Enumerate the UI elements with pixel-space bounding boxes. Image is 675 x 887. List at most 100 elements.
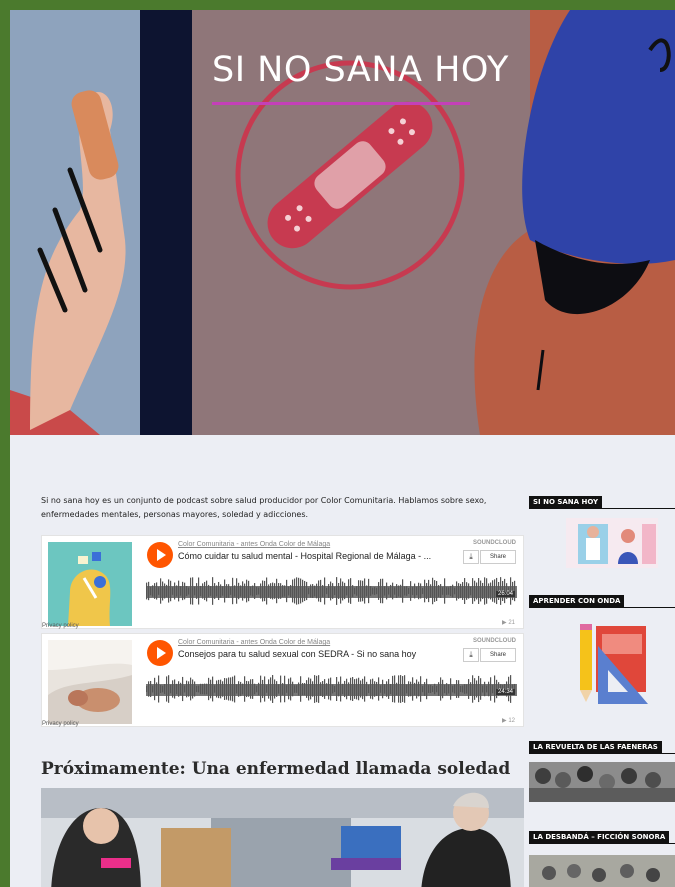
waveform-bar xyxy=(174,582,176,600)
waveform-bar xyxy=(352,677,354,701)
play-button[interactable] xyxy=(147,542,173,568)
waveform[interactable] xyxy=(146,574,517,608)
waveform-bar xyxy=(358,580,360,602)
waveform-bar xyxy=(154,677,156,701)
waveform-bar xyxy=(158,675,160,703)
waveform-bar xyxy=(198,577,200,605)
waveform-bar xyxy=(266,577,268,605)
waveform-bar xyxy=(310,678,312,700)
waveform-bar xyxy=(290,677,292,701)
sidebar-divider xyxy=(529,508,675,509)
download-icon[interactable]: ⤓ xyxy=(463,648,479,662)
waveform-bar xyxy=(290,585,292,597)
waveform-bar xyxy=(262,679,264,699)
waveform-bar xyxy=(188,681,190,697)
waveform-bar xyxy=(350,677,352,701)
waveform-bar xyxy=(434,683,436,695)
waveform-bar xyxy=(264,580,266,602)
sidebar-image-la-desbanda[interactable] xyxy=(529,855,675,887)
sidebar-image-aprender-con-onda[interactable] xyxy=(568,620,654,706)
waveform-bar xyxy=(234,585,236,597)
waveform-bar xyxy=(212,577,214,605)
waveform[interactable] xyxy=(146,672,517,706)
waveform-bar xyxy=(474,580,476,602)
waveform-bar xyxy=(396,682,398,696)
waveform-bar xyxy=(276,681,278,697)
waveform-bar xyxy=(196,583,198,599)
waveform-bar xyxy=(182,581,184,601)
waveform-bar xyxy=(464,684,466,694)
waveform-bar xyxy=(190,577,192,605)
waveform-bar xyxy=(378,677,380,701)
waveform-bar xyxy=(172,680,174,698)
share-button[interactable]: Share xyxy=(480,648,516,662)
waveform-bar xyxy=(164,684,166,694)
waveform-bar xyxy=(156,582,158,600)
waveform-bar xyxy=(256,587,258,595)
waveform-bar xyxy=(486,578,488,604)
waveform-bar xyxy=(206,580,208,602)
page-frame: SI NO SANA HOY Si no sana hoy es un conj… xyxy=(0,0,675,887)
waveform-bar xyxy=(362,678,364,700)
sidebar-divider xyxy=(529,843,675,844)
waveform-bar xyxy=(220,679,222,699)
download-icon[interactable]: ⤓ xyxy=(463,550,479,564)
hero-title-underline xyxy=(212,102,470,105)
waveform-bar xyxy=(228,677,230,701)
waveform-bar xyxy=(272,675,274,703)
waveform-bar xyxy=(376,587,378,595)
privacy-policy-link[interactable]: Privacy policy xyxy=(42,623,79,629)
waveform-bar xyxy=(326,683,328,695)
soundcloud-player[interactable]: Color Comunitaria - antes Onda Color de … xyxy=(41,633,524,727)
waveform-bar xyxy=(392,582,394,600)
waveform-bar xyxy=(350,578,352,604)
waveform-bar xyxy=(342,683,344,695)
share-button[interactable]: Share xyxy=(480,550,516,564)
soundcloud-logo[interactable]: SOUNDCLOUD xyxy=(473,540,516,546)
waveform-bar xyxy=(374,681,376,697)
waveform-bar xyxy=(340,578,342,604)
sidebar-image-si-no-sana-hoy[interactable] xyxy=(566,518,658,568)
track-artist-link[interactable]: Color Comunitaria - antes Onda Color de … xyxy=(178,541,330,548)
waveform-bar xyxy=(390,683,392,695)
waveform-bar xyxy=(340,676,342,702)
waveform-bar xyxy=(490,677,492,701)
waveform-bar xyxy=(294,578,296,604)
waveform-bar xyxy=(424,579,426,603)
track-artist-link[interactable]: Color Comunitaria - antes Onda Color de … xyxy=(178,639,330,646)
waveform-bar xyxy=(478,675,480,703)
waveform-bar xyxy=(250,679,252,699)
sidebar-divider xyxy=(529,753,675,754)
play-button[interactable] xyxy=(147,640,173,666)
waveform-bar xyxy=(400,675,402,703)
waveform-bar xyxy=(170,684,172,694)
waveform-bar xyxy=(246,579,248,603)
waveform-bar xyxy=(328,678,330,700)
waveform-bar xyxy=(420,676,422,702)
waveform-bar xyxy=(410,581,412,601)
soundcloud-logo[interactable]: SOUNDCLOUD xyxy=(473,638,516,644)
waveform-bar xyxy=(274,583,276,599)
waveform-bar xyxy=(416,586,418,596)
waveform-bar xyxy=(426,583,428,599)
waveform-bar xyxy=(330,677,332,701)
waveform-bar xyxy=(168,675,170,703)
waveform-bar xyxy=(216,680,218,698)
sidebar-image-la-revuelta[interactable] xyxy=(529,762,675,802)
waveform-bar xyxy=(190,677,192,701)
waveform-bar xyxy=(186,680,188,698)
waveform-bar xyxy=(328,584,330,598)
track-title-link[interactable]: Cómo cuidar tu salud mental - Hospital R… xyxy=(178,551,448,561)
waveform-bar xyxy=(338,681,340,697)
soundcloud-player[interactable]: Color Comunitaria - antes Onda Color de … xyxy=(41,535,524,629)
waveform-bar xyxy=(284,585,286,597)
waveform-bar xyxy=(376,681,378,697)
waveform-bar xyxy=(176,585,178,597)
privacy-policy-link[interactable]: Privacy policy xyxy=(42,721,79,727)
track-artwork xyxy=(48,640,132,724)
track-title-link[interactable]: Consejos para tu salud sexual con SEDRA … xyxy=(178,649,448,659)
waveform-bar xyxy=(148,581,150,601)
waveform-bar xyxy=(468,679,470,699)
waveform-bar xyxy=(476,680,478,698)
waveform-bar xyxy=(280,583,282,599)
